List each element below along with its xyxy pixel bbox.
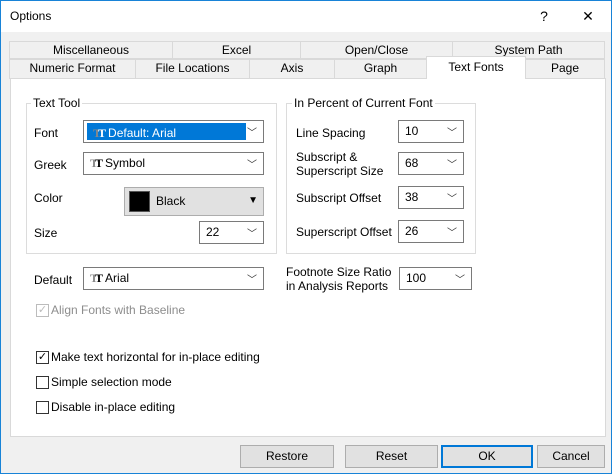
default-font-combo[interactable]: TT Arial ﹀ xyxy=(83,267,264,290)
window-title: Options xyxy=(10,9,52,23)
sub-offset-label: Subscript Offset xyxy=(296,191,382,205)
disable-inplace-label: Disable in-place editing xyxy=(51,400,176,414)
footnote-label-2: in Analysis Reports xyxy=(286,279,389,293)
default-label: Default xyxy=(34,273,73,287)
align-fonts-label: Align Fonts with Baseline xyxy=(51,303,186,317)
color-swatch xyxy=(129,191,150,212)
font-combo[interactable]: TT Default: Arial ﹀ xyxy=(83,120,264,143)
sup-offset-combo[interactable]: 26 ﹀ xyxy=(398,220,464,243)
line-spacing-value: 10 xyxy=(405,124,419,138)
align-fonts-checkbox[interactable]: ✓ xyxy=(36,304,49,317)
chevron-down-icon: ﹀ xyxy=(447,228,457,239)
size-combo[interactable]: 22 ﹀ xyxy=(199,221,264,244)
help-button[interactable]: ? xyxy=(522,1,566,32)
sub-offset-combo[interactable]: 38 ﹀ xyxy=(398,186,464,209)
default-font-value: Arial xyxy=(105,271,130,285)
color-label: Color xyxy=(34,191,63,205)
truetype-icon: TT xyxy=(90,271,103,285)
greek-label: Greek xyxy=(34,158,67,172)
subsup-size-combo[interactable]: 68 ﹀ xyxy=(398,152,464,175)
dropdown-triangle-icon: ▼ xyxy=(248,195,258,206)
footnote-ratio-combo[interactable]: 100 ﹀ xyxy=(399,267,472,290)
sup-offset-label: Superscript Offset xyxy=(296,225,392,239)
cancel-button[interactable]: Cancel xyxy=(537,445,605,468)
reset-button[interactable]: Reset xyxy=(345,445,438,468)
size-label: Size xyxy=(34,226,58,240)
truetype-icon: TT xyxy=(90,156,103,170)
tab-axis[interactable]: Axis xyxy=(249,59,335,79)
text-tool-legend: Text Tool xyxy=(31,96,83,110)
line-spacing-label: Line Spacing xyxy=(296,126,366,140)
subsup-size-value: 68 xyxy=(405,156,419,170)
subsup-size-label-1: Subscript & xyxy=(296,150,358,164)
sup-offset-value: 26 xyxy=(405,224,419,238)
title-bar: Options ? ✕ xyxy=(1,1,611,32)
disable-inplace-checkbox[interactable] xyxy=(36,401,49,414)
tab-file-locations[interactable]: File Locations xyxy=(135,59,250,79)
chevron-down-icon: ﹀ xyxy=(447,128,457,139)
tab-page[interactable]: Page xyxy=(525,59,605,79)
simple-selection-label: Simple selection mode xyxy=(51,375,172,389)
greek-combo[interactable]: TT Symbol ﹀ xyxy=(83,152,264,175)
percent-legend: In Percent of Current Font xyxy=(292,96,435,110)
tab-numeric-format[interactable]: Numeric Format xyxy=(9,59,136,79)
simple-selection-checkbox[interactable] xyxy=(36,376,49,389)
font-label: Font xyxy=(34,126,59,140)
subsup-size-label-2: Superscript Size xyxy=(296,164,384,178)
chevron-down-icon: ﹀ xyxy=(247,229,257,240)
truetype-icon: TT xyxy=(93,126,106,140)
footnote-ratio-value: 100 xyxy=(406,271,427,285)
options-dialog: Options ? ✕ Miscellaneous Excel Open/Clo… xyxy=(0,0,612,474)
tab-graph[interactable]: Graph xyxy=(334,59,427,79)
chevron-down-icon: ﹀ xyxy=(247,160,257,171)
close-button[interactable]: ✕ xyxy=(566,1,610,32)
footnote-label-1: Footnote Size Ratio xyxy=(286,265,392,279)
ok-button[interactable]: OK xyxy=(441,445,533,468)
size-value: 22 xyxy=(206,225,220,239)
text-fonts-panel: Text Tool Font TT Default: Arial ﹀ Greek … xyxy=(10,78,606,437)
chevron-down-icon: ﹀ xyxy=(247,275,257,286)
font-value: Default: Arial xyxy=(108,126,177,140)
sub-offset-value: 38 xyxy=(405,190,419,204)
chevron-down-icon: ﹀ xyxy=(447,194,457,205)
make-horizontal-label: Make text horizontal for in-place editin… xyxy=(51,350,260,364)
color-value: Black xyxy=(156,194,186,208)
chevron-down-icon: ﹀ xyxy=(247,128,257,139)
line-spacing-combo[interactable]: 10 ﹀ xyxy=(398,120,464,143)
tab-miscellaneous[interactable]: Miscellaneous xyxy=(9,41,173,59)
color-button[interactable]: Black ▼ xyxy=(124,187,264,216)
restore-button[interactable]: Restore xyxy=(240,445,334,468)
greek-value: Symbol xyxy=(105,156,146,170)
tab-text-fonts[interactable]: Text Fonts xyxy=(426,56,526,79)
chevron-down-icon: ﹀ xyxy=(455,275,465,286)
tab-excel[interactable]: Excel xyxy=(172,41,301,59)
make-horizontal-checkbox[interactable]: ✓ xyxy=(36,351,49,364)
chevron-down-icon: ﹀ xyxy=(447,160,457,171)
